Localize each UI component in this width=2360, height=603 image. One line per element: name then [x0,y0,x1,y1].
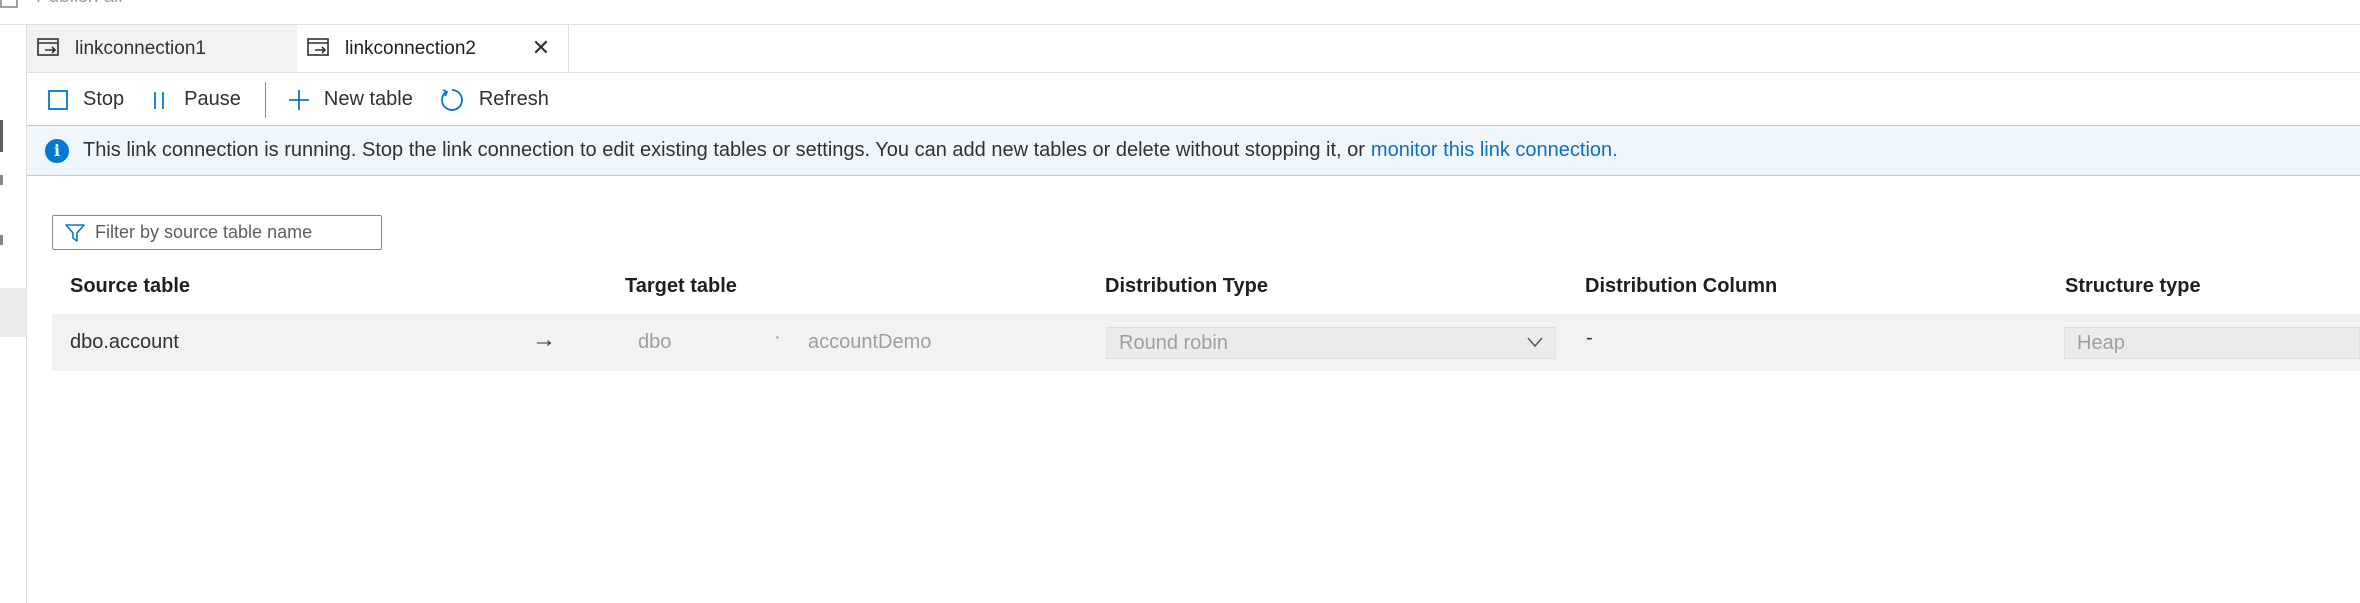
new-table-label: New table [323,88,413,110]
filter-box[interactable] [52,215,382,250]
stop-icon [48,89,68,110]
table-row[interactable]: dbo.account → dbo · accountDemo Round ro… [52,314,2360,371]
publish-all-button[interactable]: Publish all [36,0,123,8]
info-icon: i [45,138,69,163]
rail-selected-item[interactable] [0,288,26,337]
pause-button[interactable]: Pause [150,80,241,120]
close-icon[interactable]: ✕ [528,35,554,61]
refresh-label: Refresh [478,88,549,110]
column-header-distribution-type: Distribution Type [1105,275,1268,297]
rail-marker [0,175,3,185]
refresh-button[interactable]: Refresh [439,80,549,120]
publish-icon [0,0,18,8]
stop-button[interactable]: Stop [47,80,124,120]
tab-label: linkconnection2 [345,37,476,59]
new-table-button[interactable]: New table [288,80,413,120]
rail-indicator [0,120,3,152]
structure-type-dropdown[interactable]: Heap [2064,327,2360,359]
filter-input[interactable] [95,222,365,243]
filter-icon [65,223,85,242]
structure-type-value: Heap [2077,332,2125,354]
schema-separator: · [774,326,781,348]
editor-tabs: linkconnection1 linkconnection2 ✕ [27,25,2360,73]
link-connection-icon [37,37,59,56]
left-rail [0,25,27,603]
toolbar-divider [264,81,266,118]
source-table-cell: dbo.account [70,331,179,353]
link-connection-icon [307,37,329,56]
tab-label: linkconnection1 [75,37,206,59]
banner-message: This link connection is running. Stop th… [83,139,1365,161]
monitor-link[interactable]: monitor this link connection. [1371,139,1618,162]
pause-label: Pause [184,88,241,110]
distribution-type-dropdown[interactable]: Round robin [1106,327,1556,359]
refresh-icon [440,88,463,111]
tab-linkconnection1[interactable]: linkconnection1 [27,25,297,72]
column-header-target-table: Target table [625,275,737,297]
target-schema-field[interactable]: dbo [638,331,671,354]
toolbar: Stop Pause New table Refresh [27,74,2360,126]
pause-icon [154,91,165,109]
column-header-source-table: Source table [70,275,191,297]
arrow-right-icon: → [532,326,556,353]
stop-label: Stop [83,88,125,110]
rail-marker [0,235,3,245]
chevron-down-icon [1527,337,1543,348]
top-command-strip: Publish all [0,0,2360,25]
plus-icon [288,89,309,110]
column-header-distribution-column: Distribution Column [1585,275,1778,297]
distribution-type-value: Round robin [1119,332,1228,354]
distribution-column-cell: - [1586,327,1593,349]
tab-linkconnection2[interactable]: linkconnection2 ✕ [297,25,569,72]
target-table-field[interactable]: accountDemo [808,331,931,354]
info-banner: i This link connection is running. Stop … [27,126,2360,176]
column-header-structure-type: Structure type [2065,275,2201,297]
